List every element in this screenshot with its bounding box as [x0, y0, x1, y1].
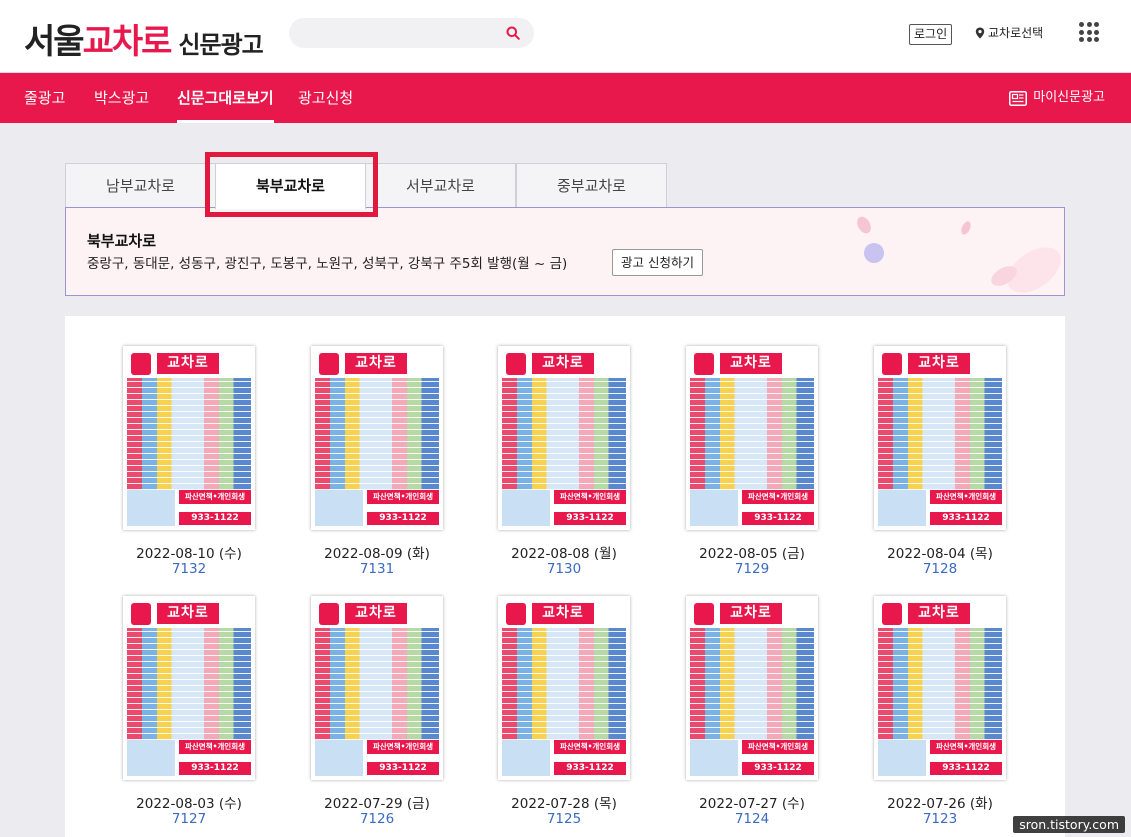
thumb-brand: 교차로	[345, 603, 407, 624]
region-info-box: 북부교차로 중랑구, 동대문, 성동구, 광진구, 도봉구, 노원구, 성북구,…	[65, 207, 1065, 296]
logo-sub-text: 신문광고	[178, 31, 263, 59]
nav-box-ads[interactable]: 박스광고	[94, 73, 149, 123]
main-nav: 줄광고 박스광고 신문그대로보기 광고신청 마이신문광고	[0, 73, 1131, 123]
paper-thumbnail[interactable]: 교차로 파산면책•개인회생 933-1122	[874, 596, 1006, 780]
nav-line-ads[interactable]: 줄광고	[24, 73, 65, 123]
tab-south[interactable]: 남부교차로	[65, 163, 216, 208]
paper-date: 2022-08-10 (수)	[136, 546, 242, 562]
tab-north[interactable]: 북부교차로	[215, 163, 366, 209]
paper-date: 2022-08-03 (수)	[136, 796, 242, 812]
thumb-banner: 파산면책•개인회생	[367, 740, 439, 754]
watermark: sron.tistory.com	[1013, 816, 1125, 833]
thumb-brand: 교차로	[345, 353, 407, 374]
logo-main-text: 서울	[24, 22, 85, 62]
paper-issue-link[interactable]: 7132	[101, 561, 277, 577]
thumb-banner: 파산면책•개인회생	[742, 740, 814, 754]
apply-ad-button[interactable]: 광고 신청하기	[612, 249, 703, 276]
thumb-banner: 파산면책•개인회생	[554, 740, 626, 754]
thumb-phone: 933-1122	[554, 762, 626, 775]
paper-date: 2022-07-27 (수)	[699, 796, 805, 812]
login-button[interactable]: 로그인	[909, 24, 953, 45]
thumb-phone: 933-1122	[742, 762, 814, 775]
thumb-banner: 파산면책•개인회생	[179, 490, 251, 504]
thumb-brand: 교차로	[908, 603, 970, 624]
paper-thumbnail[interactable]: 교차로 파산면책•개인회생 933-1122	[123, 596, 255, 780]
paper-thumbnail[interactable]: 교차로 파산면책•개인회생 933-1122	[686, 346, 818, 530]
paper-list: 교차로 파산면책•개인회생 933-1122 2022-08-10 (수) 71…	[65, 316, 1065, 837]
paper-date: 2022-07-29 (금)	[324, 796, 430, 812]
nav-ad-apply[interactable]: 광고신청	[298, 73, 353, 123]
paper-thumbnail[interactable]: 교차로 파산면책•개인회생 933-1122	[686, 596, 818, 780]
paper-issue-link[interactable]: 7123	[852, 811, 1028, 827]
thumb-brand: 교차로	[720, 603, 782, 624]
paper-issue-link[interactable]: 7125	[476, 811, 652, 827]
nav-paper-view[interactable]: 신문그대로보기	[177, 73, 274, 123]
thumb-brand: 교차로	[157, 353, 219, 374]
thumb-phone: 933-1122	[367, 512, 439, 525]
paper-issue-link[interactable]: 7131	[289, 561, 465, 577]
thumb-brand: 교차로	[532, 603, 594, 624]
tab-central[interactable]: 중부교차로	[516, 163, 667, 208]
region-select-label: 교차로선택	[988, 26, 1044, 40]
thumb-banner: 파산면책•개인회생	[930, 490, 1002, 504]
flower-decoration-icon	[857, 216, 1061, 293]
apps-grid-icon[interactable]	[1079, 22, 1099, 42]
thumb-banner: 파산면책•개인회생	[179, 740, 251, 754]
paper-date: 2022-08-08 (월)	[511, 546, 617, 562]
thumb-phone: 933-1122	[367, 762, 439, 775]
region-title: 북부교차로	[87, 232, 157, 250]
thumb-phone: 933-1122	[742, 512, 814, 525]
thumb-phone: 933-1122	[179, 512, 251, 525]
thumb-phone: 933-1122	[179, 762, 251, 775]
paper-issue-link[interactable]: 7128	[852, 561, 1028, 577]
paper-issue-link[interactable]: 7129	[664, 561, 840, 577]
top-header: 서울교차로 신문광고 로그인 교차로선택	[0, 0, 1131, 73]
search-box	[289, 18, 534, 48]
paper-issue-link[interactable]: 7127	[101, 811, 277, 827]
my-paper-ads-label: 마이신문광고	[1033, 90, 1105, 105]
paper-thumbnail[interactable]: 교차로 파산면책•개인회생 933-1122	[311, 346, 443, 530]
location-pin-icon	[975, 27, 985, 39]
paper-thumbnail[interactable]: 교차로 파산면책•개인회생 933-1122	[123, 346, 255, 530]
paper-thumbnail[interactable]: 교차로 파산면책•개인회생 933-1122	[311, 596, 443, 780]
paper-date: 2022-07-28 (목)	[511, 796, 617, 812]
search-icon[interactable]	[506, 26, 520, 40]
thumb-brand: 교차로	[720, 353, 782, 374]
paper-issue-link[interactable]: 7126	[289, 811, 465, 827]
logo-accent-text: 교차로	[82, 22, 173, 62]
paper-thumbnail[interactable]: 교차로 파산면책•개인회생 933-1122	[874, 346, 1006, 530]
thumb-brand: 교차로	[532, 353, 594, 374]
region-description: 중랑구, 동대문, 성동구, 광진구, 도봉구, 노원구, 성북구, 강북구 주…	[87, 256, 568, 272]
newspaper-icon	[1009, 90, 1028, 106]
thumb-phone: 933-1122	[930, 512, 1002, 525]
thumb-banner: 파산면책•개인회생	[930, 740, 1002, 754]
paper-issue-link[interactable]: 7130	[476, 561, 652, 577]
paper-date: 2022-07-26 (화)	[887, 796, 993, 812]
paper-date: 2022-08-05 (금)	[699, 546, 805, 562]
paper-issue-link[interactable]: 7124	[664, 811, 840, 827]
thumb-banner: 파산면책•개인회생	[554, 490, 626, 504]
thumb-brand: 교차로	[908, 353, 970, 374]
thumb-phone: 933-1122	[930, 762, 1002, 775]
site-logo[interactable]: 서울교차로 신문광고	[24, 14, 264, 63]
paper-thumbnail[interactable]: 교차로 파산면책•개인회생 933-1122	[498, 596, 630, 780]
tab-west[interactable]: 서부교차로	[365, 163, 516, 208]
paper-date: 2022-08-09 (화)	[324, 546, 430, 562]
thumb-brand: 교차로	[157, 603, 219, 624]
thumb-banner: 파산면책•개인회생	[367, 490, 439, 504]
my-paper-ads-link[interactable]: 마이신문광고	[1009, 73, 1105, 123]
paper-date: 2022-08-04 (목)	[887, 546, 993, 562]
thumb-banner: 파산면책•개인회생	[742, 490, 814, 504]
search-input[interactable]	[289, 18, 489, 48]
region-select[interactable]: 교차로선택	[975, 24, 1043, 42]
paper-thumbnail[interactable]: 교차로 파산면책•개인회생 933-1122	[498, 346, 630, 530]
thumb-phone: 933-1122	[554, 512, 626, 525]
